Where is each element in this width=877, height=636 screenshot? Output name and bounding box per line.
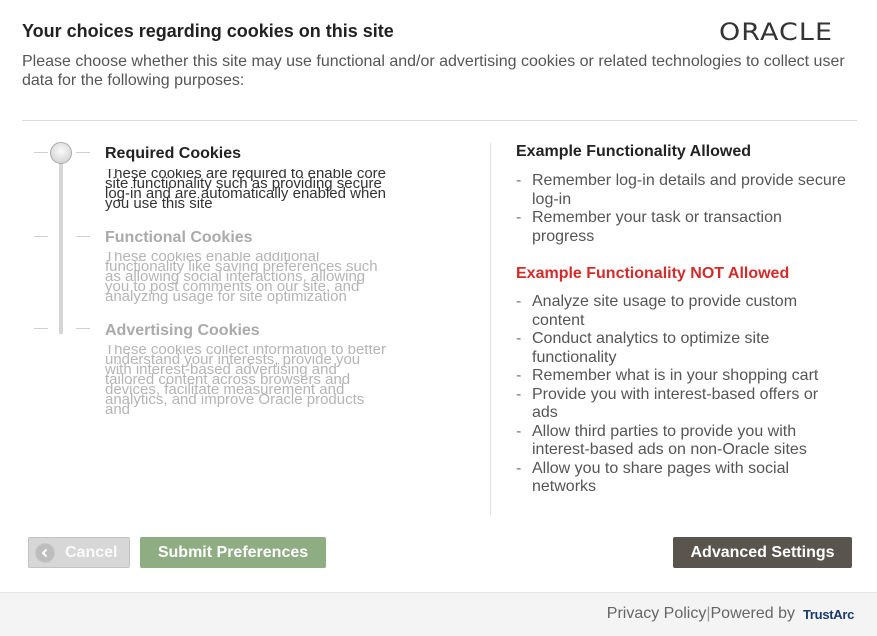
dialog-title: Your choices regarding cookies on this s… [22, 21, 394, 41]
list-item: - Allow you to share pages with social ne… [516, 460, 846, 497]
slider-tick [76, 328, 90, 329]
level-title-functional[interactable]: Functional Cookies [105, 229, 253, 247]
slider-tick [34, 328, 48, 329]
list-item-text: Remember what is in your shopping cart [532, 367, 819, 384]
advanced-settings-button[interactable]: Advanced Settings [673, 537, 852, 568]
not-allowed-title: Example Functionality NOT Allowed [516, 265, 790, 282]
list-item-text: Conduct analytics to optimize site funct… [532, 330, 770, 366]
list-bullet: - [516, 385, 522, 403]
list-item-text: Remember your task or transaction progre… [532, 209, 782, 245]
slider-tick [76, 152, 90, 153]
level-desc-required: These cookies are required to enable cor… [105, 169, 387, 212]
list-item: - Remember log-in details and provide sec… [516, 172, 846, 209]
list-item: - Provide you with interest-based offers … [516, 386, 846, 423]
cancel-label: Cancel [65, 543, 118, 561]
allowed-title: Example Functionality Allowed [516, 143, 751, 160]
list-item-text: Allow you to share pages with social net… [532, 459, 790, 496]
trustarc-logo[interactable]: TrustArc [803, 607, 854, 622]
back-arrow-circle-icon [35, 542, 55, 563]
cookie-preferences-dialog: Your choices regarding cookies on this s… [0, 0, 877, 636]
divider [22, 120, 857, 121]
list-item: - Conduct analytics to optimize site func… [516, 330, 846, 367]
list-bullet: - [516, 172, 522, 189]
footer: Privacy Policy|Powered by TrustArc [0, 592, 877, 636]
list-bullet: - [516, 330, 522, 347]
allowed-list: - Remember log-in details and provide sec… [516, 172, 846, 246]
powered-by-text: Powered by [710, 605, 796, 622]
list-item-text: Analyze site usage to provide custom con… [532, 293, 798, 329]
slider-knob-icon[interactable] [50, 142, 72, 164]
list-bullet: - [516, 293, 522, 310]
footer-links: Privacy Policy|Powered by [607, 605, 795, 623]
slider-tick [76, 236, 90, 237]
cancel-button[interactable]: Cancel [28, 537, 130, 568]
level-desc-advertising: These cookies collect information to bet… [105, 345, 386, 417]
list-bullet: - [516, 209, 522, 226]
list-bullet: - [516, 459, 522, 477]
list-item-text: Allow third parties to provide you with … [532, 422, 807, 459]
slider-tick [34, 152, 48, 153]
list-item: - Remember your task or transaction progr… [516, 209, 846, 246]
list-item: - Allow third parties to provide you with… [516, 423, 846, 460]
oracle-logo: ORACLE [719, 18, 834, 46]
list-item-text: Provide you with interest-based offers o… [532, 385, 819, 422]
list-bullet: - [516, 367, 522, 384]
list-bullet: - [516, 422, 522, 440]
list-item-text: Remember log-in details and provide secu… [532, 172, 846, 208]
not-allowed-list: - Analyze site usage to provide custom co… [516, 293, 846, 497]
list-item: - Analyze site usage to provide custom co… [516, 293, 846, 330]
list-item: - Remember what is in your shopping cart [516, 367, 846, 386]
slider-tick [34, 236, 48, 237]
intro-text: Please choose whether this site may use … [22, 53, 845, 89]
privacy-policy-link[interactable]: Privacy Policy [607, 605, 707, 622]
submit-preferences-button[interactable]: Submit Preferences [140, 537, 326, 568]
level-title-advertising[interactable]: Advertising Cookies [105, 322, 260, 340]
level-desc-functional: These cookies enable additional function… [105, 252, 378, 305]
column-divider [490, 143, 491, 515]
level-title-required[interactable]: Required Cookies [105, 145, 241, 163]
slider-track[interactable] [59, 150, 63, 334]
